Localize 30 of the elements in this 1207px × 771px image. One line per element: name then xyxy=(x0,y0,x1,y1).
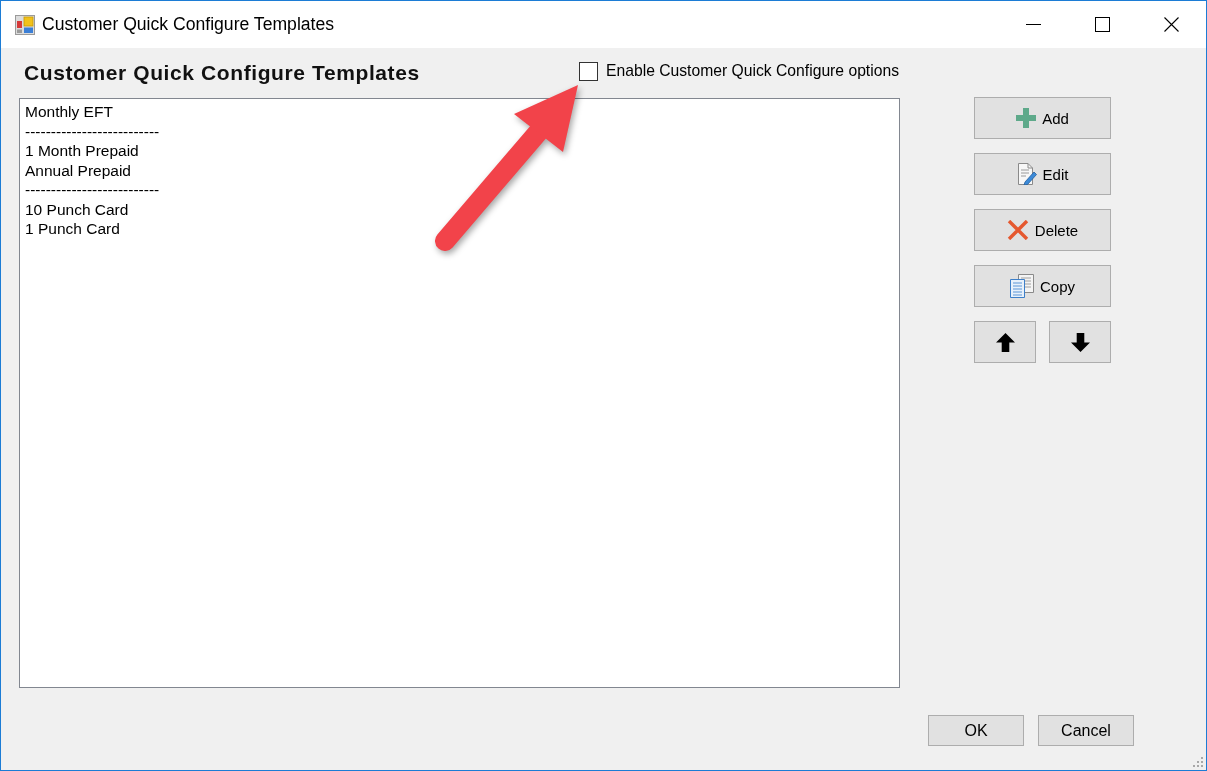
template-list[interactable]: Monthly EFT -------------------------- 1 Month Prepaid Annual Prepaid -------------------------- 10 Punch Card 1 Punch Card xyxy=(19,98,900,688)
close-icon[interactable] xyxy=(1164,17,1179,32)
add-button[interactable]: Add xyxy=(974,97,1111,139)
plus-icon xyxy=(1016,108,1037,128)
checkbox-label[interactable]: Enable Customer Quick Configure options xyxy=(606,62,899,80)
document-pencil-icon xyxy=(1016,163,1037,185)
edit-button[interactable]: Edit xyxy=(974,153,1111,195)
resize-grip-icon xyxy=(1193,757,1203,767)
copy-button[interactable]: Copy xyxy=(974,265,1111,307)
list-item[interactable]: -------------------------- xyxy=(25,121,160,141)
list-item[interactable]: -------------------------- xyxy=(25,180,160,200)
list-item[interactable]: 1 Punch Card xyxy=(25,219,120,239)
dialog-button[interactable]: OK xyxy=(928,715,1024,746)
list-item[interactable]: 1 Month Prepaid xyxy=(25,141,139,161)
maximize-icon[interactable] xyxy=(1095,17,1110,32)
checkbox[interactable] xyxy=(579,61,598,81)
down-arrow-icon xyxy=(1070,332,1090,352)
list-item[interactable]: Monthly EFT xyxy=(25,102,113,122)
app-icon xyxy=(15,14,35,35)
list-item[interactable]: 10 Punch Card xyxy=(25,199,129,219)
list-item[interactable]: Annual Prepaid xyxy=(25,160,131,180)
move-down-button[interactable] xyxy=(1049,321,1111,363)
window-title: Customer Quick Configure Templates xyxy=(42,14,335,35)
x-mark-icon xyxy=(1006,220,1029,240)
section-heading: Customer Quick Configure Templates xyxy=(24,61,420,85)
up-arrow-icon xyxy=(995,332,1015,352)
copy-documents-icon xyxy=(1010,274,1034,298)
delete-button[interactable]: Delete xyxy=(974,209,1111,251)
dialog-button[interactable]: Cancel xyxy=(1038,715,1134,746)
move-up-button[interactable] xyxy=(974,321,1036,363)
